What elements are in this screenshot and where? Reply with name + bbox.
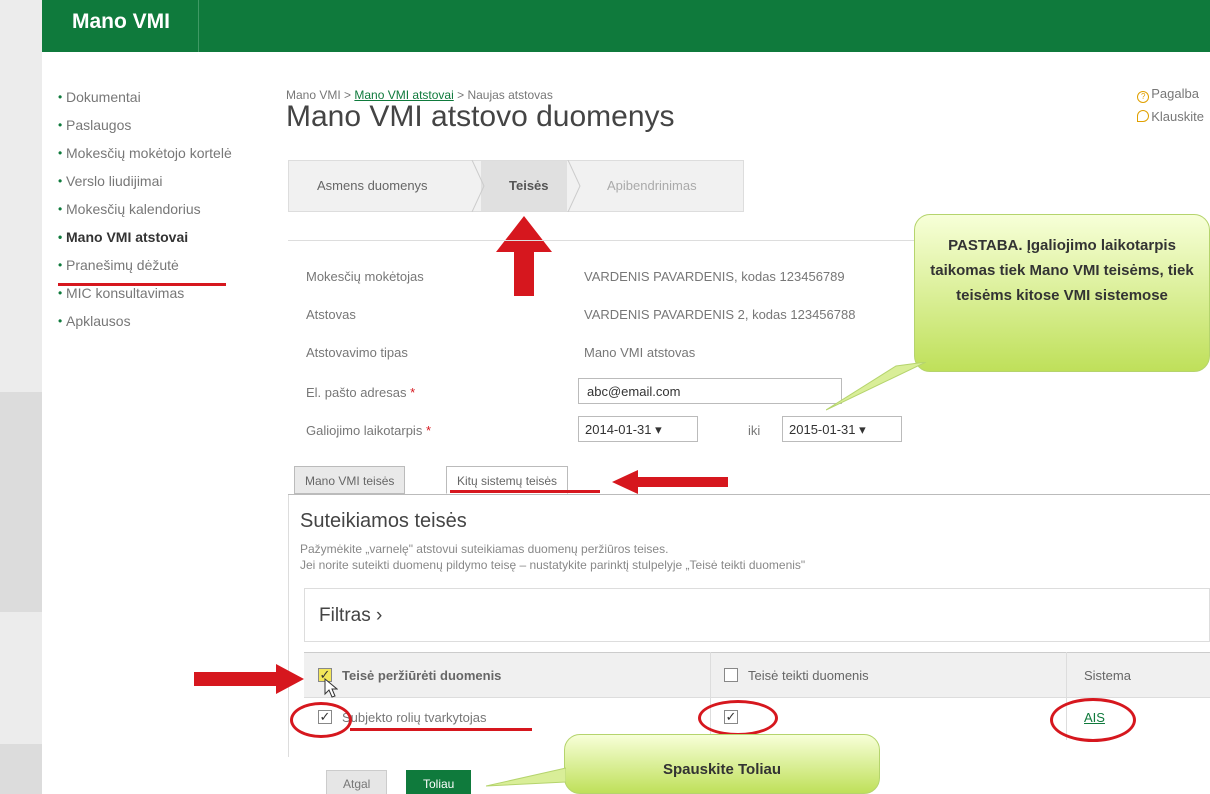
- ask-label: Klauskite: [1151, 109, 1204, 124]
- period-label: Galiojimo laikotarpis *: [306, 423, 431, 438]
- tab-mano-vmi-teises[interactable]: Mano VMI teisės: [294, 466, 406, 494]
- sidebar-item-mano-vmi-atstovai[interactable]: Mano VMI atstovai: [58, 228, 238, 246]
- select-all-submit-checkbox[interactable]: [724, 668, 738, 682]
- annotation-circle: [1050, 698, 1136, 742]
- gutter-band: [0, 392, 42, 612]
- taxpayer-label: Mokesčių mokėtojas: [306, 269, 424, 284]
- annotation-circle: [290, 702, 352, 738]
- left-gutter: [0, 0, 42, 794]
- chat-bubble-icon: [1137, 110, 1150, 122]
- taxpayer-value: VARDENIS PAVARDENIS, kodas 123456789: [584, 269, 845, 284]
- row-role-name: Subjekto rolių tvarkytojas: [342, 710, 487, 725]
- annotation-underline: [58, 283, 226, 286]
- sidebar-item-mokesciu-kalendorius[interactable]: Mokesčių kalendorius: [58, 200, 238, 218]
- sidebar-item-pranesimu-dezute[interactable]: Pranešimų dėžutė: [58, 256, 238, 274]
- required-marker: *: [425, 423, 432, 438]
- chevron-down-icon: ▾: [859, 422, 866, 437]
- representation-type-label: Atstovavimo tipas: [306, 345, 408, 360]
- chevron-down-icon: ▾: [655, 422, 662, 437]
- help-link[interactable]: ? Pagalba: [1137, 86, 1204, 103]
- sidebar-item-dokumentai[interactable]: Dokumentai: [58, 88, 238, 106]
- date-to-select[interactable]: 2015-01-31 ▾: [782, 416, 902, 442]
- email-input[interactable]: [578, 378, 842, 404]
- mouse-cursor-icon: [324, 678, 338, 698]
- date-from-select[interactable]: 2014-01-31 ▾: [578, 416, 698, 442]
- callout-pointer: [486, 767, 566, 787]
- email-label: El. pašto adresas *: [306, 385, 415, 400]
- email-label-text: El. pašto adresas: [306, 385, 407, 400]
- next-button[interactable]: Toliau: [406, 770, 472, 794]
- sidebar-item-mic-konsultavimas[interactable]: MIC konsultavimas: [58, 284, 238, 302]
- representation-type-value: Mano VMI atstovas: [584, 345, 696, 360]
- back-button[interactable]: Atgal: [326, 770, 388, 794]
- column-header-system: Sistema: [1084, 668, 1131, 683]
- help-label: Pagalba: [1151, 86, 1199, 101]
- annotation-arrow-left: [612, 470, 728, 494]
- top-header: Mano VMI: [42, 0, 1210, 52]
- sidebar-item-mokesciu-moketojo-kortele[interactable]: Mokesčių mokėtojo kortelė: [58, 144, 238, 162]
- column-header-view: Teisė peržiūrėti duomenis: [342, 668, 502, 683]
- note-callout: PASTABA. Įgaliojimo laikotarpis taikomas…: [914, 214, 1210, 372]
- logo[interactable]: Mano VMI: [72, 10, 170, 34]
- sidebar-nav: Dokumentai Paslaugos Mokesčių mokėtojo k…: [58, 88, 238, 340]
- annotation-arrow-right: [194, 664, 304, 694]
- representative-label: Atstovas: [306, 307, 356, 322]
- next-hint-callout: Spauskite Toliau: [564, 734, 880, 794]
- step-chevrons: [471, 160, 581, 212]
- section-hint: Jei norite suteikti duomenų pildymo teis…: [300, 558, 806, 572]
- sidebar-item-paslaugos[interactable]: Paslaugos: [58, 116, 238, 134]
- page-title: Mano VMI atstovo duomenys: [286, 100, 675, 133]
- help-links: ? Pagalba Klauskite: [1137, 86, 1204, 130]
- annotation-circle: [698, 700, 778, 736]
- column-header-submit: Teisė teikti duomenis: [748, 668, 869, 683]
- section-hint: Pažymėkite „varnelę" atstovui suteikiama…: [300, 542, 669, 556]
- sidebar-item-verslo-liudijimai[interactable]: Verslo liudijimai: [58, 172, 238, 190]
- logo-divider: [198, 0, 199, 52]
- date-from-value: 2014-01-31: [585, 422, 652, 437]
- ask-link[interactable]: Klauskite: [1137, 109, 1204, 124]
- callout-pointer: [826, 362, 927, 411]
- annotation-underline: [450, 490, 600, 493]
- filter-toggle[interactable]: Filtras ›: [304, 588, 1210, 642]
- gutter-band: [0, 744, 42, 794]
- annotation-underline: [350, 728, 532, 731]
- representative-value: VARDENIS PAVARDENIS 2, kodas 123456788: [584, 307, 856, 322]
- required-marker: *: [410, 385, 416, 400]
- sidebar-item-apklausos[interactable]: Apklausos: [58, 312, 238, 330]
- date-to-label: iki: [748, 423, 761, 438]
- section-title: Suteikiamos teisės: [300, 510, 467, 532]
- period-label-text: Galiojimo laikotarpis: [306, 423, 423, 438]
- wizard-steps: Asmens duomenys Teisės Apibendrinimas: [288, 160, 744, 212]
- date-to-value: 2015-01-31: [789, 422, 856, 437]
- help-icon: ?: [1137, 91, 1150, 103]
